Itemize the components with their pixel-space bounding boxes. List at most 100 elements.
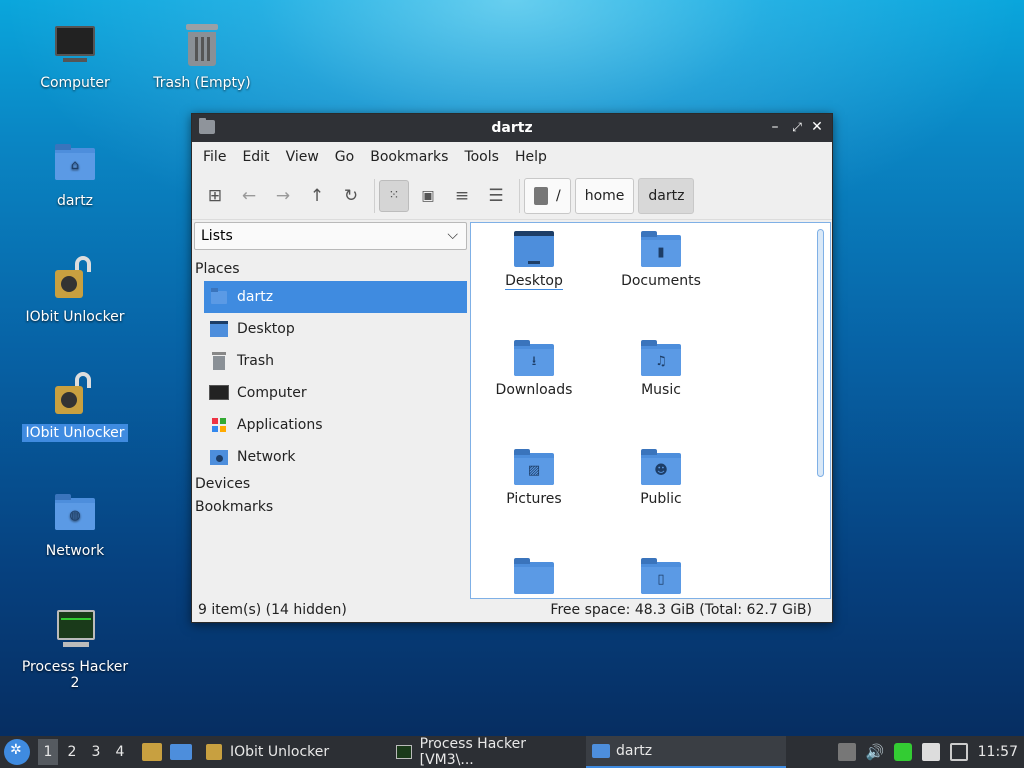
arrow-right-icon: → <box>275 185 291 206</box>
place-item-computer[interactable]: Computer <box>204 377 467 409</box>
desktop-icon-iobit-unlocker-selected[interactable]: IObit Unlocker <box>15 372 135 442</box>
public-folder-icon: ☻ <box>641 449 681 485</box>
place-item-trash[interactable]: Trash <box>204 345 467 377</box>
side-pane-mode-value: Lists <box>201 228 233 244</box>
breadcrumb-home[interactable]: home <box>574 177 635 214</box>
unlock-icon <box>51 372 99 420</box>
start-menu-button[interactable]: ✲ <box>4 739 30 765</box>
file-item-videos[interactable]: ▯ <box>598 558 724 598</box>
maximize-button[interactable]: ⤢ <box>788 118 806 136</box>
trash-icon <box>209 352 229 370</box>
desktop-icon-label: Trash (Empty) <box>153 75 251 91</box>
pictures-folder-icon: ▨ <box>514 449 554 485</box>
menu-bookmarks[interactable]: Bookmarks <box>362 149 456 165</box>
file-item-public[interactable]: ☻ Public <box>598 449 724 507</box>
list-icon: ≡ <box>454 185 470 206</box>
desktop-icon <box>209 320 229 338</box>
desktop-icon-process-hacker[interactable]: Process Hacker 2 <box>15 606 135 692</box>
thumbnail-view-button[interactable]: ▣ <box>413 180 443 212</box>
file-label: Public <box>640 491 682 507</box>
menu-go[interactable]: Go <box>327 149 362 165</box>
places-header[interactable]: Places <box>193 258 468 281</box>
show-desktop-icon[interactable] <box>170 744 192 760</box>
unlock-icon <box>51 256 99 304</box>
place-item-network[interactable]: Network <box>204 441 467 473</box>
workspace-2[interactable]: 2 <box>62 739 82 765</box>
reload-icon: ↻ <box>343 185 359 206</box>
menu-help[interactable]: Help <box>507 149 555 165</box>
desktop-icon-iobit-unlocker[interactable]: IObit Unlocker <box>15 256 135 326</box>
applications-icon <box>209 416 229 434</box>
process-hacker-icon <box>51 606 99 654</box>
network-icon <box>209 448 229 466</box>
task-iobit-unlocker[interactable]: IObit Unlocker <box>200 736 390 768</box>
menu-tools[interactable]: Tools <box>456 149 507 165</box>
file-item-pictures[interactable]: ▨ Pictures <box>471 449 597 507</box>
reload-button[interactable]: ↻ <box>336 180 366 212</box>
menu-edit[interactable]: Edit <box>234 149 277 165</box>
menu-view[interactable]: View <box>278 149 327 165</box>
file-item-documents[interactable]: ▮ Documents <box>598 231 724 289</box>
clock[interactable]: 11:57 <box>978 744 1018 760</box>
file-item-music[interactable]: ♫ Music <box>598 340 724 398</box>
icon-view-button[interactable]: ⁙ <box>379 179 409 212</box>
volume-icon[interactable]: 🔊 <box>866 743 885 761</box>
detail-list-icon: ☰ <box>488 185 504 206</box>
scrollbar[interactable] <box>817 229 824 477</box>
compact-view-button[interactable]: ≡ <box>447 180 477 212</box>
side-pane-mode-select[interactable]: Lists ⌵ <box>194 222 467 250</box>
detail-view-button[interactable]: ☰ <box>481 180 511 212</box>
desktop-folder-icon <box>514 231 554 267</box>
desktop-icon-label: Process Hacker 2 <box>21 659 129 691</box>
toolbar-separator <box>374 178 375 213</box>
place-item-applications[interactable]: Applications <box>204 409 467 441</box>
file-label: Documents <box>621 273 701 289</box>
clipboard-icon[interactable] <box>921 743 940 761</box>
folder-icon <box>514 558 554 594</box>
desktop-icon-network[interactable]: ◍ Network <box>15 490 135 560</box>
network-status-icon[interactable] <box>949 743 968 761</box>
folder-icon <box>199 118 215 134</box>
devices-header[interactable]: Devices <box>193 473 468 496</box>
up-button[interactable]: ↑ <box>302 180 332 212</box>
file-item-templates[interactable] <box>471 558 597 598</box>
desktop-icon-trash[interactable]: Trash (Empty) <box>142 22 262 92</box>
music-folder-icon: ♫ <box>641 340 681 376</box>
task-process-hacker[interactable]: Process Hacker [VM3\... <box>390 736 586 768</box>
place-item-desktop[interactable]: Desktop <box>204 313 467 345</box>
desktop-icon-label: Network <box>45 543 105 559</box>
bookmarks-header[interactable]: Bookmarks <box>193 496 468 519</box>
file-item-downloads[interactable]: ⭳ Downloads <box>471 340 597 398</box>
drive-icon <box>534 186 548 205</box>
menu-file[interactable]: File <box>195 149 234 165</box>
workspace-1[interactable]: 1 <box>38 739 58 765</box>
close-button[interactable]: ✕ <box>808 118 826 136</box>
file-manager-launcher-icon[interactable] <box>142 743 162 761</box>
place-item-home[interactable]: dartz <box>204 281 467 313</box>
computer-icon <box>209 384 229 402</box>
desktop-icon-home-folder[interactable]: ⌂ dartz <box>15 140 135 210</box>
window-title: dartz <box>491 120 533 136</box>
eject-icon[interactable] <box>837 743 856 761</box>
breadcrumb-dartz[interactable]: dartz <box>638 177 695 214</box>
tray-app-icon[interactable] <box>893 743 912 761</box>
place-label: dartz <box>237 289 274 305</box>
workspace-4[interactable]: 4 <box>110 739 130 765</box>
home-icon <box>209 288 229 306</box>
desktop-icon-label: Computer <box>40 75 110 91</box>
desktop-icon-computer[interactable]: Computer <box>15 22 135 92</box>
forward-button[interactable]: → <box>268 180 298 212</box>
new-tab-button[interactable]: ⊞ <box>200 180 230 212</box>
free-space: Free space: 48.3 GiB (Total: 62.7 GiB) <box>550 602 812 618</box>
breadcrumb-root[interactable]: / <box>524 177 571 214</box>
workspace-3[interactable]: 3 <box>86 739 106 765</box>
minimize-button[interactable]: – <box>766 118 784 136</box>
file-label: Pictures <box>506 491 562 507</box>
back-button[interactable]: ← <box>234 180 264 212</box>
file-label: Desktop <box>505 273 563 290</box>
file-item-desktop[interactable]: Desktop <box>471 231 597 290</box>
arrow-up-icon: ↑ <box>309 185 325 206</box>
window-titlebar[interactable]: dartz – ⤢ ✕ <box>192 114 832 142</box>
task-dartz[interactable]: dartz <box>586 736 786 768</box>
file-view[interactable]: Desktop ▮ Documents ⭳ Downloads ♫ Music … <box>470 222 831 599</box>
